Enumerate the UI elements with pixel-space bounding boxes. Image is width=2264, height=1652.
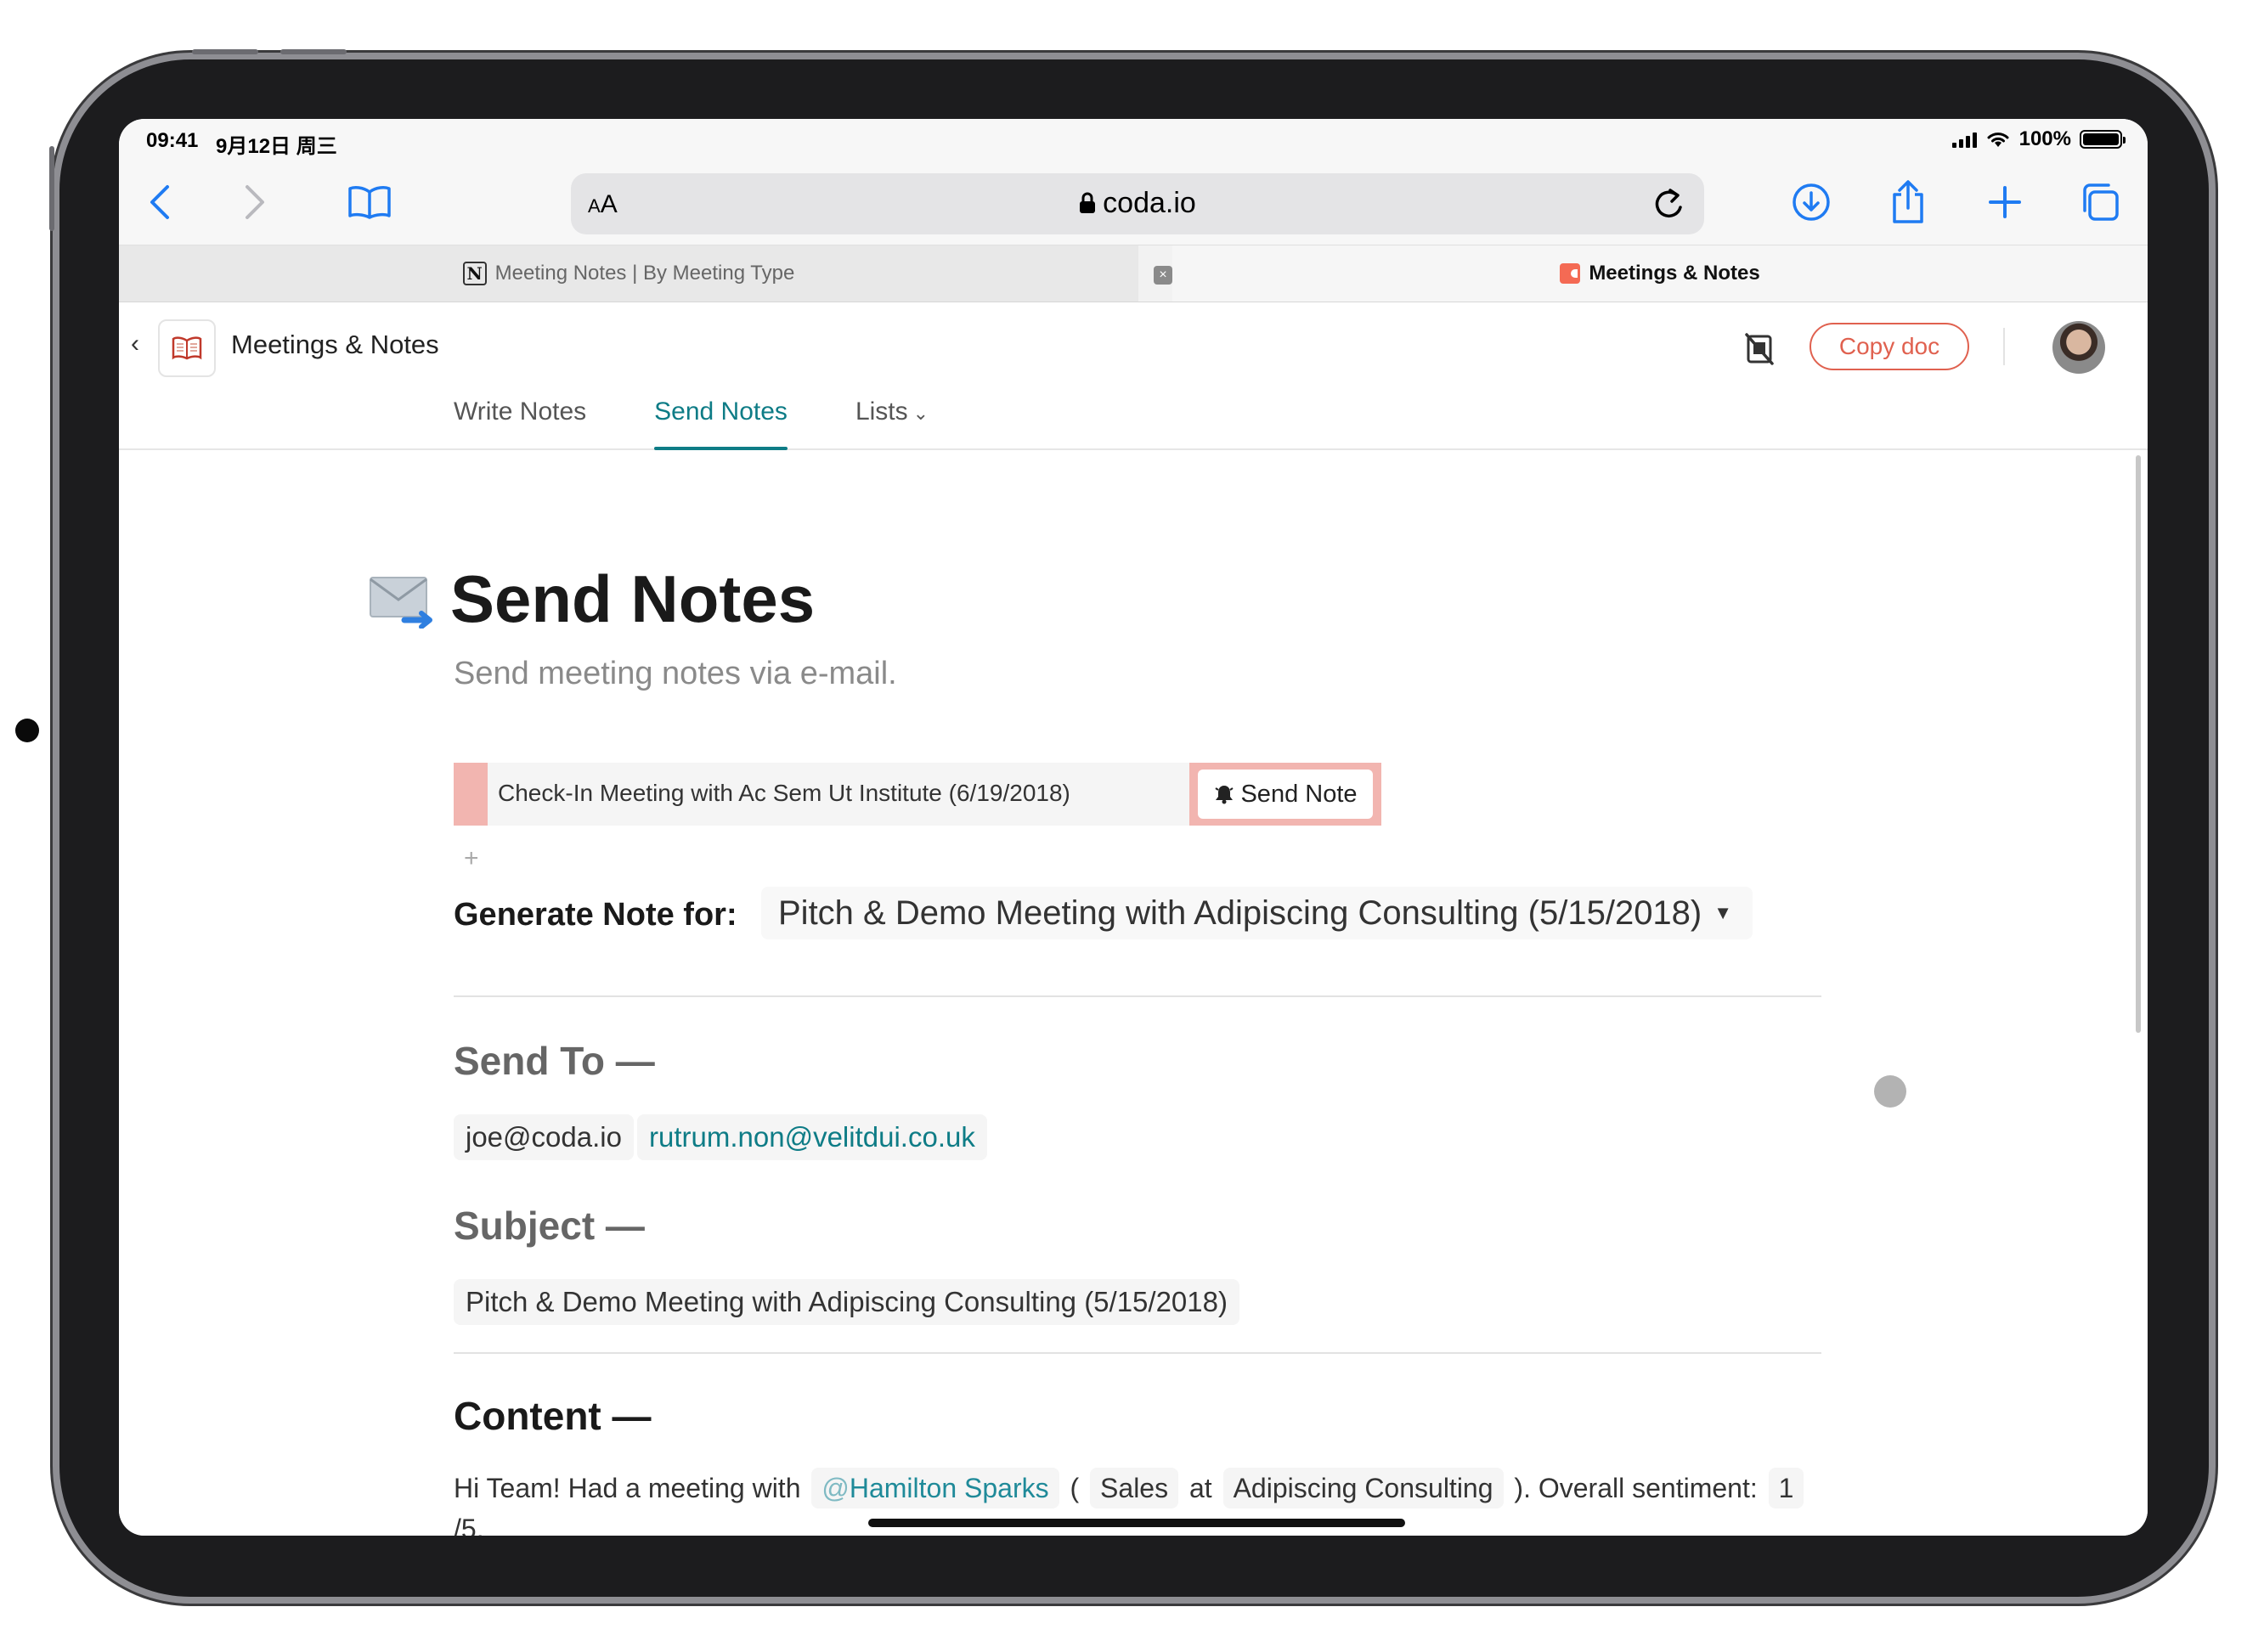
subject-heading: Subject — [454,1204,645,1248]
tab-title: Meeting Notes | By Meeting Type [494,262,795,285]
company-chip[interactable]: Adipiscing Consulting [1222,1468,1504,1508]
no-mobile-icon[interactable] [1742,331,1777,371]
page-content: Send Notes Send meeting notes via e-mail… [119,452,2148,1536]
score-chip[interactable]: 1 [1768,1468,1804,1508]
send-note-label: Send Note [1240,780,1358,808]
screen: 09:41 9月12日 周三 100% AA coda.io N Meeting… [119,119,2148,1536]
top-button [49,146,54,231]
status-time: 09:41 [146,129,199,152]
share-icon[interactable] [1883,177,1934,228]
bookmarks-icon[interactable] [340,177,399,228]
generate-select[interactable]: Pitch & Demo Meeting with Adipiscing Con… [761,887,1753,939]
doc-title[interactable]: Meetings & Notes [231,330,439,360]
status-bar: 09:41 9月12日 周三 100% [119,119,2148,160]
content-text: /5. [454,1514,484,1536]
tab-lists-label: Lists [855,397,908,426]
add-row-button[interactable]: + [464,844,479,873]
recipient-chip[interactable]: rutrum.non@velitdui.co.uk [637,1114,987,1160]
button-cell: Send Note [1189,763,1381,826]
envelope-arrow-icon [367,571,435,633]
content-text: ). Overall sentiment: [1514,1473,1758,1503]
close-icon[interactable]: × [1154,266,1172,285]
download-icon[interactable] [1786,177,1837,228]
divider [454,1352,1821,1354]
subject-chip[interactable]: Pitch & Demo Meeting with Adipiscing Con… [454,1279,1239,1325]
tab-lists[interactable]: Lists ⌄ [855,397,929,443]
back-icon[interactable] [134,177,185,228]
book-icon[interactable] [158,319,216,377]
address-bar[interactable]: AA coda.io [571,173,1704,234]
role-chip[interactable]: Sales [1090,1468,1179,1508]
tab-send-notes[interactable]: Send Notes [654,397,788,450]
content-text: ( [1070,1473,1080,1503]
page-title: Send Notes [450,561,816,636]
send-to-heading: Send To — [454,1039,655,1083]
chevron-left-icon[interactable]: ‹ [131,330,139,358]
volume-button [192,49,258,54]
forward-icon[interactable] [229,177,280,228]
bell-icon [1215,786,1234,804]
assistive-touch-dot[interactable] [1874,1075,1906,1108]
content-text: Hi Team! Had a meeting with [454,1473,801,1503]
mention-chip[interactable]: @Hamilton Sparks [811,1468,1059,1508]
content-text: at [1188,1473,1212,1503]
tab-title: Meetings & Notes [1589,262,1760,285]
recipient-chip[interactable]: joe@coda.io [454,1114,634,1160]
tab-meeting-notes[interactable]: N Meeting Notes | By Meeting Type [119,245,1138,302]
copy-doc-button[interactable]: Copy doc [1810,323,1969,370]
tab-bar: N Meeting Notes | By Meeting Type × Meet… [119,245,2148,302]
meeting-cell[interactable]: Check-In Meeting with Ac Sem Ut Institut… [498,780,1070,807]
scrollbar[interactable] [2136,455,2141,1033]
url-display[interactable]: coda.io [571,187,1704,220]
reload-icon[interactable] [1651,185,1685,227]
send-note-button[interactable]: Send Note [1198,770,1373,819]
notion-icon: N [462,262,487,285]
lock-icon [1080,192,1096,213]
generate-label: Generate Note for: [454,897,737,933]
status-right: 100% [1951,127,2126,151]
tab-meetings-notes[interactable]: Meetings & Notes [1172,245,2148,302]
doc-header: ‹ Meetings & Notes Copy doc Write Notes … [119,302,2148,450]
home-indicator[interactable] [868,1519,1405,1527]
battery-icon [2080,130,2126,149]
status-date: 9月12日 周三 [216,135,337,158]
content-heading: Content — [454,1394,652,1438]
page-subtitle: Send meeting notes via e-mail. [454,656,897,691]
wifi-icon [1987,132,2009,147]
recipients: joe@coda.io rutrum.non@velitdui.co.uk [454,1114,1813,1160]
volume-button [280,49,347,54]
browser-toolbar: AA coda.io [119,160,2148,251]
table-row: Check-In Meeting with Ac Sem Ut Institut… [454,763,1381,826]
cellular-icon [1951,131,1977,148]
divider [2003,328,2005,365]
generate-value: Pitch & Demo Meeting with Adipiscing Con… [778,894,1702,932]
doc-nav: Write Notes Send Notes Lists ⌄ [454,397,996,450]
subject-field: Pitch & Demo Meeting with Adipiscing Con… [454,1279,1813,1325]
row-handle[interactable] [454,763,488,826]
avatar[interactable] [2052,321,2105,374]
tabs-overview-icon[interactable] [2075,177,2126,228]
battery-percent: 100% [2018,127,2071,150]
caret-down-icon: ▼ [1714,902,1733,923]
battery-fill [2083,133,2119,145]
divider [454,995,1821,997]
chevron-down-icon: ⌄ [912,403,929,424]
camera-dot [15,719,39,742]
tab-write-notes[interactable]: Write Notes [454,397,586,443]
new-tab-icon[interactable] [1979,177,2030,228]
coda-icon [1560,263,1581,284]
